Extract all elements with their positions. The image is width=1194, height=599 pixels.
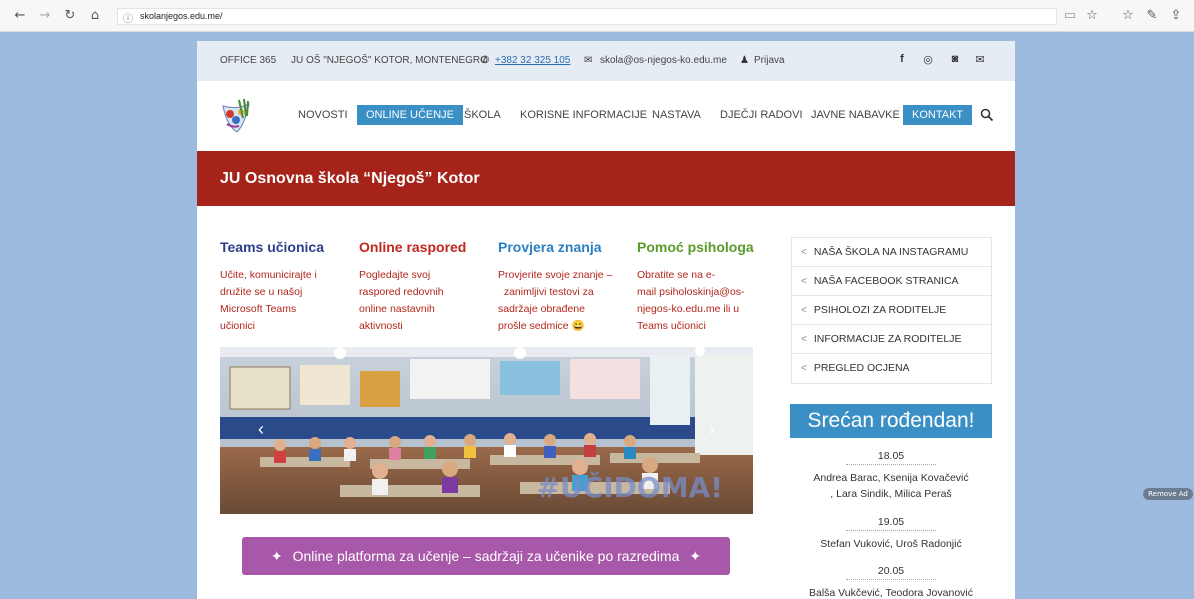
menu-item-korisne-informacije[interactable]: KORISNE INFORMACIJE <box>520 105 647 125</box>
hero-banner: JU Osnovna škola “Njegoš” Kotor <box>197 151 1015 206</box>
birthday-date: 19.05 <box>790 516 992 531</box>
favorite-star-icon[interactable]: ☆ <box>1084 8 1100 24</box>
birthday-names: Stefan Vuković, Uroš Radonjić <box>820 538 962 550</box>
remove-ad-button[interactable]: Remove Ad <box>1143 488 1193 500</box>
back-icon[interactable]: ← <box>12 8 28 24</box>
birthday-date: 18.05 <box>790 450 992 465</box>
feature-teams-line: Microsoft Teams <box>220 303 297 315</box>
sidebar-item-instagram[interactable]: < NAŠA ŠKOLA NA INSTAGRAMU <box>792 238 991 267</box>
sidebar-item-label: PREGLED OCJENA <box>813 362 910 374</box>
pin-icon: ✦ <box>689 548 702 564</box>
login-link[interactable]: Prijava <box>754 55 785 66</box>
chevron-left-icon: < <box>801 276 807 287</box>
sidebar-item-label: INFORMACIJE ZA RODITELJE <box>813 333 962 345</box>
home-icon[interactable]: ⌂ <box>87 8 103 24</box>
phone-icon: ✆ <box>481 55 490 66</box>
refresh-icon[interactable]: ↻ <box>62 8 78 24</box>
feature-psiholog-line: mail psiholoskinja@os- <box>637 286 745 298</box>
photo-hashtag: #UČIDOMA! <box>536 471 723 504</box>
feature-psiholog-line: Teams učionici <box>637 320 706 332</box>
email-social-icon[interactable]: ✉ <box>973 53 987 66</box>
url-text: skolanjegos.edu.me/ <box>140 11 223 21</box>
school-name-link[interactable]: JU OŠ "NJEGOŠ" KOTOR, MONTENEGRO <box>291 55 488 66</box>
feature-teams-line: družite se u našoj <box>220 286 303 298</box>
feature-raspored-title[interactable]: Online raspored <box>359 239 479 255</box>
sidebar-item-psiholozi[interactable]: < PSIHOLOZI ZA RODITELJE <box>792 296 991 325</box>
feature-psiholog-line: njegos-ko.edu.me ili u <box>637 303 740 315</box>
sidebar-item-facebook[interactable]: < NAŠA FACEBOOK STRANICA <box>792 267 991 296</box>
feature-psiholog-line: Obratite se na e- <box>637 269 716 281</box>
feature-raspored[interactable]: Online raspored Pogledajte svoj raspored… <box>359 239 479 335</box>
pen-icon[interactable]: ✎ <box>1144 8 1160 24</box>
menu-item-novosti[interactable]: NOVOSTI <box>298 105 348 125</box>
office365-link[interactable]: OFFICE 365 <box>220 55 276 66</box>
feature-teams-line: učionici <box>220 320 256 332</box>
search-icon[interactable] <box>980 108 994 122</box>
mail-icon: ✉ <box>584 55 593 66</box>
feature-teams[interactable]: Teams učionica Učite, komunicirajte i dr… <box>220 239 340 335</box>
birthday-names: Balša Vukčević, Teodora Jovanović <box>808 587 973 599</box>
sidebar-links: < NAŠA ŠKOLA NA INSTAGRAMU < NAŠA FACEBOOK… <box>791 237 992 384</box>
chevron-left-icon: < <box>801 247 807 258</box>
slider-prev-icon[interactable]: ‹ <box>258 419 264 440</box>
user-icon: ♟ <box>740 55 749 66</box>
sidebar-item-label: PSIHOLOZI ZA RODITELJE <box>813 304 947 316</box>
sidebar-item-label: NAŠA ŠKOLA NA INSTAGRAMU <box>813 246 969 258</box>
feature-psiholog[interactable]: Pomoć psihologa Obratite se na e- mail p… <box>637 239 757 335</box>
feature-raspored-line: aktivnosti <box>359 320 403 332</box>
menu-item-kontakt[interactable]: KONTAKT <box>903 105 973 125</box>
school-logo[interactable] <box>219 96 253 136</box>
pin-icon: ✦ <box>270 548 283 564</box>
feature-provjera[interactable]: Provjera znanja Provjerite svoje znanje … <box>498 239 618 335</box>
menu-item-nastava[interactable]: NASTAVA <box>652 105 701 125</box>
menu-item-online-ucenje[interactable]: ONLINE UČENJE <box>357 105 464 125</box>
sidebar-item-informacije[interactable]: < INFORMACIJE ZA RODITELJE <box>792 325 991 354</box>
favorites-list-icon[interactable]: ☆ <box>1120 8 1136 24</box>
info-icon[interactable]: ⓘ <box>123 10 133 25</box>
feature-provjera-line: prošle sedmice 😀 <box>498 320 585 332</box>
reading-view-icon[interactable]: ▭ <box>1062 8 1078 24</box>
phone-link[interactable]: +382 32 325 105 <box>495 55 570 66</box>
facebook-icon[interactable]: f <box>895 53 909 65</box>
online-platform-button[interactable]: ✦ Online platforma za učenje – sadržaji z… <box>242 537 730 575</box>
email-link[interactable]: skola@os-njegos-ko.edu.me <box>600 55 727 66</box>
feature-provjera-line: sadržaje obrađene <box>498 303 585 315</box>
page-title: JU Osnovna škola “Njegoš” Kotor <box>220 170 480 187</box>
share-icon[interactable]: ⇪ <box>1168 8 1184 24</box>
menu-item-javne-nabavke[interactable]: JAVNE NABAVKE <box>811 105 900 125</box>
website-page: OFFICE 365 JU OŠ "NJEGOŠ" KOTOR, MONTENE… <box>197 41 1015 599</box>
feature-provjera-line: Provjerite svoje znanje – <box>498 269 613 281</box>
feature-teams-title[interactable]: Teams učionica <box>220 239 340 255</box>
feature-provjera-line: zanimljivi testovi za <box>498 286 594 298</box>
feature-provjera-title[interactable]: Provjera znanja <box>498 239 618 255</box>
feature-raspored-line: Pogledajte svoj <box>359 269 431 281</box>
menu-item-skola[interactable]: ŠKOLA <box>464 105 501 125</box>
sidebar-item-label: NAŠA FACEBOOK STRANICA <box>813 275 959 287</box>
birthday-date: 20.05 <box>790 565 992 580</box>
feature-raspored-line: online nastavnih <box>359 303 435 315</box>
feature-psiholog-title[interactable]: Pomoć psihologa <box>637 239 757 255</box>
online-platform-label: Online platforma za učenje – sadržaji za… <box>292 548 680 564</box>
feature-raspored-line: raspored redovnih <box>359 286 444 298</box>
chevron-left-icon: < <box>801 305 807 316</box>
instagram-icon[interactable]: ◎ <box>921 53 935 66</box>
birthday-names: Andrea Barac, Ksenija Kovačević , Lara S… <box>813 472 969 500</box>
skype-icon[interactable]: ◙ <box>948 53 962 65</box>
chevron-left-icon: < <box>801 334 807 345</box>
browser-toolbar: ← → ↻ ⌂ ⓘ skolanjegos.edu.me/ ▭ ☆ ☆ ✎ ⇪ <box>0 0 1194 32</box>
menu-item-djecji-radovi[interactable]: DJEČJI RADOVI <box>720 105 803 125</box>
feature-teams-line: Učite, komunicirajte i <box>220 269 317 281</box>
address-bar[interactable]: ⓘ skolanjegos.edu.me/ <box>117 8 1057 25</box>
slider-next-icon[interactable]: › <box>709 419 715 440</box>
sidebar-item-ocjene[interactable]: < PREGLED OCJENA <box>792 354 991 383</box>
birthday-title: Srećan rođendan! <box>790 404 992 438</box>
classroom-photo-slider[interactable]: ‹ › #UČIDOMA! <box>220 347 753 514</box>
top-info-bar: OFFICE 365 JU OŠ "NJEGOŠ" KOTOR, MONTENE… <box>197 41 1015 81</box>
chevron-left-icon: < <box>801 363 807 374</box>
forward-icon[interactable]: → <box>37 8 53 24</box>
